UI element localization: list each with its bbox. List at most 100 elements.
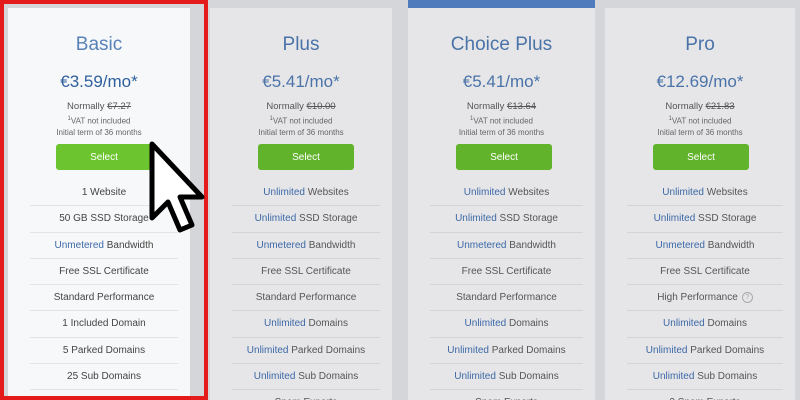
feature-list: Unlimited Websites Unlimited SSD Storage U… [232,180,380,400]
recommended-plan-bar [408,0,595,8]
feature-text: Bandwidth [506,239,556,251]
feature-row: Spam Experts [430,390,583,400]
feature-row: Standard Performance [30,285,178,312]
feature-row: Unlimited Domains [430,311,583,338]
feature-text: Websites [703,187,748,198]
feature-text: Free SSL Certificate [461,265,552,277]
term-note: Initial term of 36 months [56,128,142,137]
feature-highlight: Unlimited [645,344,688,356]
feature-text: 50 GB SSD Storage [59,213,149,225]
term-note: Initial term of 36 months [657,128,743,137]
feature-text: SSD Storage [296,213,358,225]
feature-highlight: Unmetered [457,239,507,251]
feature-row: 25 Sub Domains [30,364,178,391]
feature-text: Sub Domains [295,371,359,383]
term-note: Initial term of 36 months [258,128,344,137]
feature-row: Unlimited Parked Domains [232,338,380,365]
normal-price: Normally €13.64 [466,101,537,112]
feature-highlight: Unlimited [263,187,305,198]
feature-row: Unlimited Websites [627,180,783,207]
feature-highlight: Unlimited [663,318,705,330]
feature-text: Bandwidth [305,239,356,251]
select-button-pro[interactable]: Select [653,144,749,170]
feature-row: 2 Spam Experts [627,390,783,400]
struck-price: €13.64 [507,101,537,112]
feature-text: SSD Storage [496,213,558,225]
normal-price: Normally €21.83 [665,101,735,112]
feature-row: Unlimited Domains [627,311,783,338]
feature-text: Parked Domains [488,344,566,356]
feature-row: Unlimited Parked Domains [430,338,583,365]
feature-highlight: Unlimited [652,371,695,383]
plan-card-basic: Basic €3.59/mo* Normally €7.27 1VAT not … [8,8,190,400]
feature-highlight: Unlimited [246,344,289,356]
feature-row: Unmetered Bandwidth [430,233,583,259]
feature-text: Bandwidth [103,239,154,251]
plan-price: €5.41/mo* [262,72,340,91]
feature-row: Spam Experts [232,390,380,400]
feature-text: 1 Website [81,187,127,198]
term-note: Initial term of 36 months [458,128,545,137]
feature-text: Bandwidth [704,239,755,251]
feature-row: Unlimited Sub Domains [627,364,783,391]
feature-row: Unmetered Bandwidth [627,233,783,259]
feature-text: Domains [305,318,348,330]
feature-row: Unlimited SSD Storage [430,206,583,233]
struck-price: €10.00 [306,101,336,112]
normal-price: Normally €7.27 [67,101,131,112]
feature-highlight: Unlimited [254,213,297,225]
help-icon[interactable]: ? [741,292,753,304]
select-button-choice-plus[interactable]: Select [456,144,552,170]
feature-highlight: Unlimited [653,213,696,225]
plan-title: Pro [685,34,715,55]
feature-text: Standard Performance [255,292,357,304]
feature-row: Standard Performance [232,285,380,312]
feature-list: Unlimited Websites Unlimited SSD Storage U… [430,180,583,400]
feature-row: Free SSL Certificate [430,259,583,286]
feature-text: Standard Performance [53,292,155,304]
plan-title: Choice Plus [450,34,553,55]
feature-highlight: Unlimited [447,344,489,356]
feature-row: Unlimited Websites [430,180,583,207]
feature-highlight: Unlimited [464,318,507,330]
plan-card-plus: Plus €5.41/mo* Normally €10.00 1VAT not … [210,8,392,400]
feature-text: Sub Domains [694,371,758,383]
plan-price: €12.69/mo* [656,72,744,91]
vat-note: 1VAT not included [67,116,131,126]
select-button-basic[interactable]: Select [56,144,152,170]
feature-row: Unlimited Parked Domains [627,338,783,365]
feature-row: Unmetered Bandwidth [232,233,380,259]
struck-price: €7.27 [107,101,131,112]
plan-title: Plus [282,34,320,55]
vat-note: 1VAT not included [269,116,333,126]
feature-highlight: Unmetered [655,239,705,251]
select-button-plus[interactable]: Select [258,144,354,170]
feature-row: Unlimited Sub Domains [430,364,583,391]
feature-highlight: Unlimited [264,318,306,330]
feature-text: Domains [506,318,549,330]
feature-text: Sub Domains [495,371,559,383]
vat-note: 1VAT not included [668,116,732,126]
feature-row: High Performance? [627,285,783,312]
feature-text: Parked Domains [687,344,765,356]
feature-text: 1 Included Domain [62,318,146,330]
normal-price: Normally €10.00 [266,101,336,112]
feature-highlight: Unlimited [253,371,296,383]
feature-text: SSD Storage [695,213,757,225]
feature-row: Free SSL Certificate [627,259,783,286]
feature-text: Free SSL Certificate [660,265,750,277]
feature-row: 5 Parked Domains [30,338,178,365]
feature-highlight: Unmetered [54,239,104,251]
feature-list: 1 Website 50 GB SSD Storage Unmetered Band… [30,180,178,391]
plan-price: €3.59/mo* [60,72,138,91]
feature-highlight: Unlimited [463,187,506,198]
feature-text: 5 Parked Domains [62,344,146,356]
feature-row: Unlimited Websites [232,180,380,207]
struck-price: €21.83 [705,101,735,112]
feature-text: Free SSL Certificate [59,265,149,277]
feature-highlight: Unlimited [662,187,704,198]
feature-row: 1 Included Domain [30,311,178,338]
feature-text: High Performance [657,292,738,304]
feature-row: Unlimited SSD Storage [232,206,380,233]
plan-card-pro: Pro €12.69/mo* Normally €21.83 1VAT not … [605,8,795,400]
